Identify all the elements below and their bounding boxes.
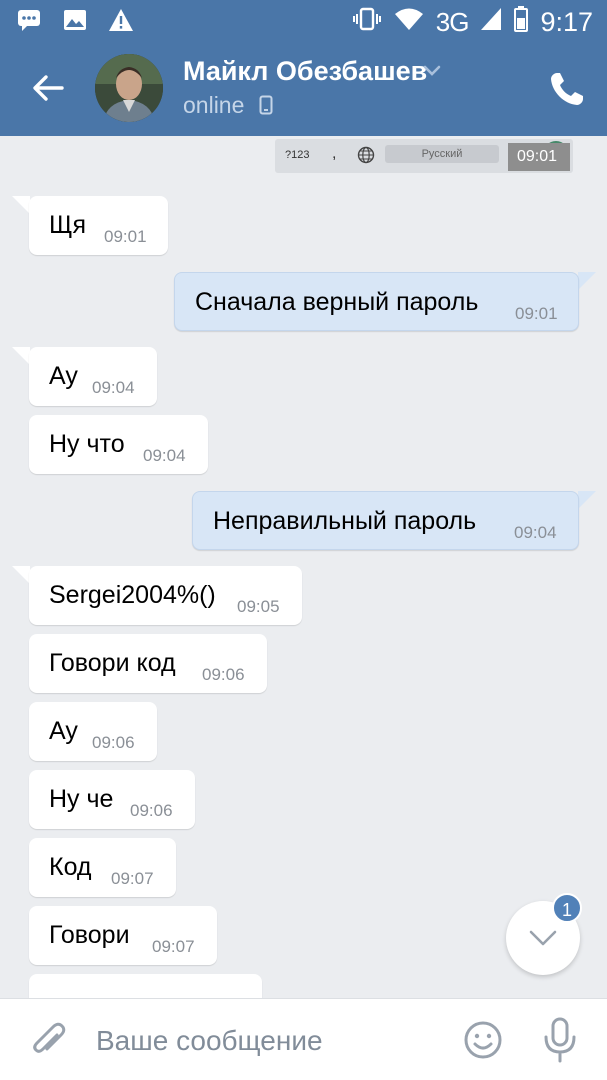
message-time: 09:04: [92, 378, 135, 397]
keyboard-overlay: ?123 , Русский 09:01: [275, 139, 573, 173]
back-button[interactable]: [28, 68, 68, 108]
back-arrow-icon: [33, 75, 64, 101]
message-text: Код: [49, 853, 92, 881]
message-bubble-incoming[interactable]: Ну че 09:06: [29, 770, 195, 829]
phone-call-icon[interactable]: [548, 70, 586, 108]
message-bubble-partial[interactable]: [29, 974, 262, 998]
message-text: Неправильный пароль: [213, 507, 477, 535]
mobile-device-icon: [259, 95, 273, 115]
message-text: Ну че: [49, 785, 114, 813]
message-time: 09:06: [202, 665, 245, 684]
keyboard-mode-key[interactable]: ?123: [285, 149, 309, 161]
message-text: Sergei2004%(): [49, 581, 216, 609]
message-text: Говори: [49, 921, 130, 949]
message-bubble-incoming[interactable]: Код 09:07: [29, 838, 176, 897]
chevron-down-icon: [529, 930, 557, 946]
bubble-tail: [12, 347, 30, 365]
bubble-tail: [578, 491, 596, 509]
message-text: Щя: [49, 211, 86, 239]
message-bubble-incoming[interactable]: Ну что 09:04: [29, 415, 208, 474]
clock: 9:17: [540, 7, 593, 37]
keyboard-space-key[interactable]: Русский: [385, 145, 499, 163]
wifi-icon: [394, 7, 424, 38]
message-time: 09:01: [104, 227, 147, 246]
message-bubble-incoming[interactable]: Sergei2004%() 09:05: [29, 566, 302, 625]
notification-icons: [16, 8, 134, 32]
message-time: 09:01: [515, 304, 558, 323]
system-indicators: 3G 9:17: [352, 6, 593, 39]
message-text: Сначала верный пароль: [195, 288, 479, 316]
chevron-down-icon[interactable]: [422, 64, 442, 78]
message-time: 09:04: [514, 523, 557, 542]
status-bar: 3G 9:17: [0, 0, 607, 42]
message-text: Ау: [49, 717, 78, 745]
message-time: 09:06: [92, 733, 135, 752]
avatar[interactable]: [95, 54, 163, 122]
bubble-tail: [578, 272, 596, 290]
contact-name[interactable]: Майкл Обезбашев: [183, 56, 427, 87]
paperclip-icon[interactable]: [30, 1021, 68, 1061]
message-time: 09:07: [152, 937, 195, 956]
message-bubble-incoming[interactable]: Щя 09:01: [29, 196, 168, 255]
bubble-tail: [12, 566, 30, 584]
message-composer: [0, 998, 607, 1080]
globe-icon[interactable]: [357, 146, 375, 164]
warning-icon: [108, 8, 134, 32]
message-text: Говори код: [49, 649, 176, 677]
keyboard-comma-key[interactable]: ,: [332, 145, 336, 163]
message-bubble-incoming[interactable]: Ау 09:06: [29, 702, 157, 761]
vibrate-icon: [352, 7, 382, 38]
emoji-icon[interactable]: [462, 1019, 504, 1061]
network-type: 3G: [435, 7, 470, 37]
message-bubble-incoming[interactable]: Ау 09:04: [29, 347, 157, 406]
message-time: 09:04: [143, 446, 186, 465]
chat-notification-icon: [16, 8, 42, 32]
message-text: Ну что: [49, 430, 125, 458]
online-status-text: online: [183, 92, 245, 118]
message-bubble-incoming[interactable]: Говори код 09:06: [29, 634, 267, 693]
message-bubble-outgoing[interactable]: Сначала верный пароль 09:01: [174, 272, 579, 331]
keyboard-time-label: 09:01: [508, 143, 570, 171]
battery-icon: [514, 6, 529, 39]
message-time: 09:05: [237, 597, 280, 616]
microphone-icon[interactable]: [540, 1017, 580, 1063]
unread-badge: 1: [552, 893, 582, 923]
bubble-tail: [12, 196, 30, 214]
signal-icon: [480, 7, 502, 38]
message-bubble-incoming[interactable]: Говори 09:07: [29, 906, 217, 965]
image-notification-icon: [62, 8, 88, 32]
message-text: Ау: [49, 362, 78, 390]
contact-status: online: [183, 92, 273, 119]
message-time: 09:06: [130, 801, 173, 820]
message-input[interactable]: [96, 1019, 446, 1063]
message-bubble-outgoing[interactable]: Неправильный пароль 09:04: [192, 491, 579, 550]
chat-header: Майкл Обезбашев online: [0, 42, 607, 136]
message-time: 09:07: [111, 869, 154, 888]
